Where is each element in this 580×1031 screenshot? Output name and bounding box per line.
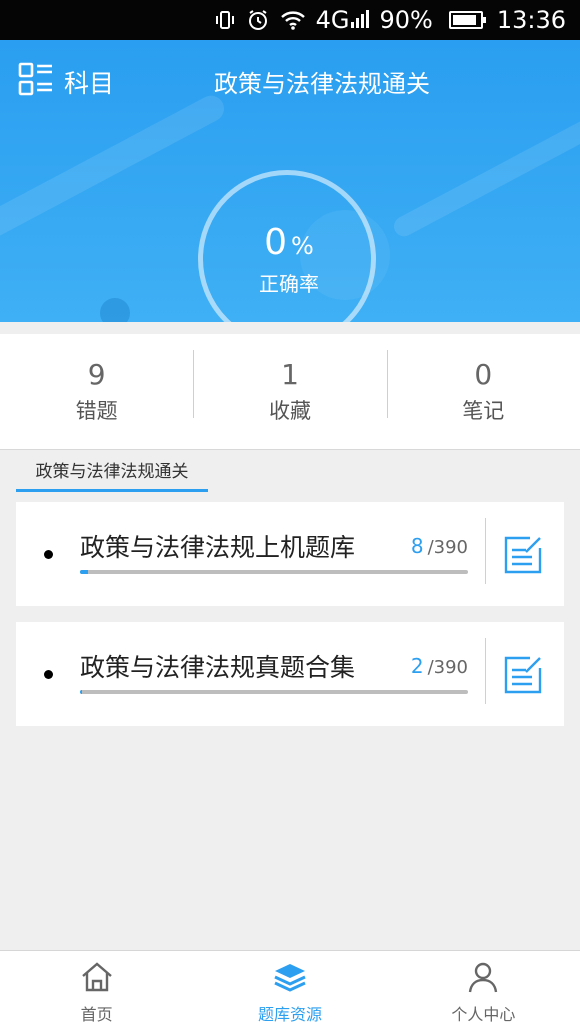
network-type: 4G [315, 6, 350, 34]
user-icon [467, 961, 499, 997]
progress-bar [80, 570, 468, 574]
stat-value: 9 [87, 357, 106, 391]
edit-icon[interactable] [502, 654, 544, 700]
clock: 13:36 [496, 6, 566, 34]
tab-home[interactable]: 首页 [0, 951, 193, 1031]
accuracy-label: 正确率 [259, 272, 319, 296]
tab-label: 个人中心 [451, 1005, 516, 1024]
progress-fill [80, 570, 88, 574]
stat-label: 笔记 [462, 398, 505, 423]
progress-fill [80, 690, 82, 694]
question-bank-card[interactable]: 政策与法律法规真题合集 2/390 [16, 622, 564, 726]
status-bar: 4G 90% 13:36 [0, 0, 580, 40]
total-count: /390 [427, 537, 468, 558]
stat-label: 收藏 [268, 398, 311, 423]
tab-label: 题库资源 [257, 1005, 322, 1024]
page-title: 政策与法律法规通关 [214, 70, 430, 98]
total-count: /390 [427, 657, 468, 678]
signal-icon [351, 10, 370, 30]
divider [485, 638, 486, 704]
done-count: 8 [410, 534, 424, 558]
accuracy-number: 0 [264, 222, 288, 263]
tab-policy-law[interactable]: 政策与法律法规通关 [16, 450, 208, 492]
alarm-icon [246, 8, 270, 32]
header-decoration [100, 298, 130, 322]
question-bank-card[interactable]: 政策与法律法规上机题库 8/390 [16, 502, 564, 606]
edit-icon[interactable] [502, 534, 544, 580]
question-bank-title[interactable]: 政策与法律法规上机题库 [80, 528, 355, 564]
question-bank-title[interactable]: 政策与法律法规真题合集 [80, 648, 355, 684]
bottom-navigation: 首页 题库资源 个人中心 [0, 950, 580, 1031]
stat-favorites[interactable]: 1 收藏 [193, 334, 386, 449]
stats-bar: 9 错题 1 收藏 0 笔记 [0, 334, 580, 450]
question-bank-count: 8/390 [411, 534, 468, 558]
home-icon [80, 961, 114, 997]
header-decoration [390, 100, 580, 240]
stat-notes[interactable]: 0 笔记 [386, 334, 580, 449]
tab-profile[interactable]: 个人中心 [387, 951, 580, 1031]
accuracy-unit: % [291, 232, 314, 260]
done-count: 2 [410, 654, 424, 678]
accuracy-value: 0% [0, 222, 578, 263]
stat-value: 0 [474, 357, 493, 391]
bullet [44, 550, 53, 559]
tab-question-bank[interactable]: 题库资源 [193, 951, 386, 1031]
vibrate-icon [214, 9, 236, 31]
header-panel: 科目 政策与法律法规通关 0% 正确率 [0, 40, 580, 322]
bullet [44, 670, 53, 679]
battery-icon [443, 11, 486, 29]
battery-percent: 90% [379, 6, 433, 34]
progress-bar [80, 690, 468, 694]
stat-label: 错题 [75, 398, 118, 423]
stat-wrong-questions[interactable]: 9 错题 [0, 334, 193, 449]
tab-label: 首页 [80, 1005, 113, 1024]
layers-icon [272, 961, 308, 997]
question-bank-count: 2/390 [411, 654, 468, 678]
wifi-icon [280, 9, 306, 31]
stat-value: 1 [281, 357, 299, 391]
divider [485, 518, 486, 584]
